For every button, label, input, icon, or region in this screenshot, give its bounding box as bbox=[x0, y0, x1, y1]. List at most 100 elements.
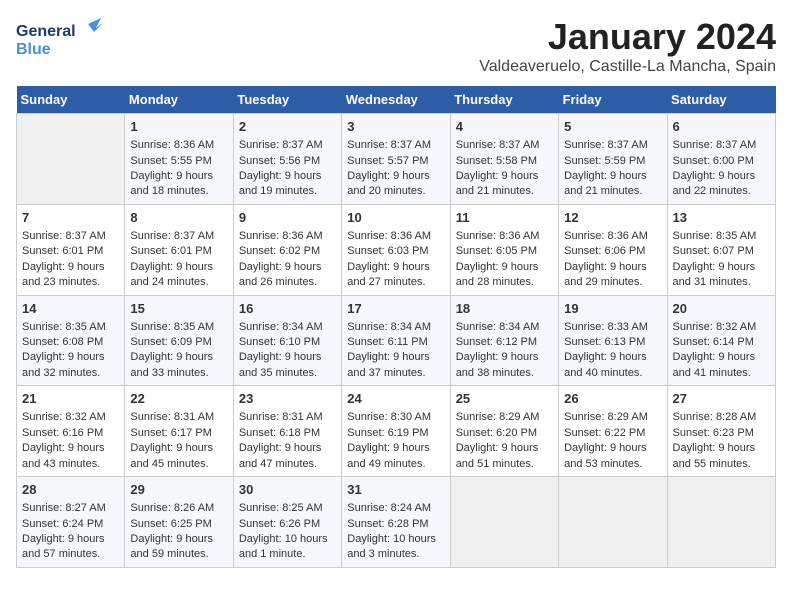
calendar-cell: 22Sunrise: 8:31 AMSunset: 6:17 PMDayligh… bbox=[125, 386, 233, 477]
calendar-cell: 9Sunrise: 8:36 AMSunset: 6:02 PMDaylight… bbox=[233, 204, 341, 295]
calendar-cell: 29Sunrise: 8:26 AMSunset: 6:25 PMDayligh… bbox=[125, 477, 233, 568]
calendar-cell: 6Sunrise: 8:37 AMSunset: 6:00 PMDaylight… bbox=[667, 114, 775, 205]
sunset-text: Sunset: 6:25 PM bbox=[130, 517, 227, 532]
sunset-text: Sunset: 6:07 PM bbox=[673, 244, 770, 259]
title-block: January 2024 Valdeaveruelo, Castille-La … bbox=[479, 16, 776, 76]
sunset-text: Sunset: 6:28 PM bbox=[347, 517, 444, 532]
sunrise-text: Sunrise: 8:29 AM bbox=[456, 410, 553, 425]
calendar-cell: 25Sunrise: 8:29 AMSunset: 6:20 PMDayligh… bbox=[450, 386, 558, 477]
daylight-text: Daylight: 9 hours and 27 minutes. bbox=[347, 260, 444, 291]
sunset-text: Sunset: 6:18 PM bbox=[239, 426, 336, 441]
daylight-text: Daylight: 9 hours and 55 minutes. bbox=[673, 441, 770, 472]
daylight-text: Daylight: 9 hours and 21 minutes. bbox=[564, 169, 661, 200]
day-number: 8 bbox=[130, 209, 227, 227]
sunset-text: Sunset: 6:11 PM bbox=[347, 335, 444, 350]
daylight-text: Daylight: 9 hours and 33 minutes. bbox=[130, 350, 227, 381]
sunrise-text: Sunrise: 8:32 AM bbox=[22, 410, 119, 425]
calendar-cell: 23Sunrise: 8:31 AMSunset: 6:18 PMDayligh… bbox=[233, 386, 341, 477]
sunset-text: Sunset: 5:56 PM bbox=[239, 154, 336, 169]
calendar-cell: 15Sunrise: 8:35 AMSunset: 6:09 PMDayligh… bbox=[125, 295, 233, 386]
daylight-text: Daylight: 9 hours and 29 minutes. bbox=[564, 260, 661, 291]
sunset-text: Sunset: 5:58 PM bbox=[456, 154, 553, 169]
sunset-text: Sunset: 5:57 PM bbox=[347, 154, 444, 169]
daylight-text: Daylight: 9 hours and 22 minutes. bbox=[673, 169, 770, 200]
weekday-header: Saturday bbox=[667, 86, 775, 114]
day-number: 5 bbox=[564, 118, 661, 136]
weekday-header: Sunday bbox=[17, 86, 125, 114]
calendar-cell: 28Sunrise: 8:27 AMSunset: 6:24 PMDayligh… bbox=[17, 477, 125, 568]
day-number: 4 bbox=[456, 118, 553, 136]
daylight-text: Daylight: 9 hours and 37 minutes. bbox=[347, 350, 444, 381]
sunrise-text: Sunrise: 8:26 AM bbox=[130, 501, 227, 516]
calendar-cell: 31Sunrise: 8:24 AMSunset: 6:28 PMDayligh… bbox=[342, 477, 450, 568]
svg-text:Blue: Blue bbox=[16, 41, 51, 58]
day-number: 3 bbox=[347, 118, 444, 136]
calendar-cell: 17Sunrise: 8:34 AMSunset: 6:11 PMDayligh… bbox=[342, 295, 450, 386]
day-number: 10 bbox=[347, 209, 444, 227]
day-number: 21 bbox=[22, 390, 119, 408]
day-number: 12 bbox=[564, 209, 661, 227]
sunset-text: Sunset: 6:01 PM bbox=[22, 244, 119, 259]
daylight-text: Daylight: 9 hours and 23 minutes. bbox=[22, 260, 119, 291]
day-number: 18 bbox=[456, 300, 553, 318]
daylight-text: Daylight: 9 hours and 47 minutes. bbox=[239, 441, 336, 472]
calendar-cell: 8Sunrise: 8:37 AMSunset: 6:01 PMDaylight… bbox=[125, 204, 233, 295]
sunset-text: Sunset: 6:23 PM bbox=[673, 426, 770, 441]
sunrise-text: Sunrise: 8:25 AM bbox=[239, 501, 336, 516]
calendar-cell bbox=[17, 114, 125, 205]
day-number: 13 bbox=[673, 209, 770, 227]
sunset-text: Sunset: 6:08 PM bbox=[22, 335, 119, 350]
daylight-text: Daylight: 9 hours and 53 minutes. bbox=[564, 441, 661, 472]
sunset-text: Sunset: 6:17 PM bbox=[130, 426, 227, 441]
day-number: 16 bbox=[239, 300, 336, 318]
calendar-cell: 7Sunrise: 8:37 AMSunset: 6:01 PMDaylight… bbox=[17, 204, 125, 295]
daylight-text: Daylight: 9 hours and 38 minutes. bbox=[456, 350, 553, 381]
daylight-text: Daylight: 9 hours and 20 minutes. bbox=[347, 169, 444, 200]
day-number: 27 bbox=[673, 390, 770, 408]
daylight-text: Daylight: 9 hours and 31 minutes. bbox=[673, 260, 770, 291]
day-number: 9 bbox=[239, 209, 336, 227]
day-number: 11 bbox=[456, 209, 553, 227]
sunrise-text: Sunrise: 8:34 AM bbox=[239, 320, 336, 335]
daylight-text: Daylight: 9 hours and 40 minutes. bbox=[564, 350, 661, 381]
sunrise-text: Sunrise: 8:36 AM bbox=[239, 229, 336, 244]
sunrise-text: Sunrise: 8:33 AM bbox=[564, 320, 661, 335]
sunrise-text: Sunrise: 8:34 AM bbox=[347, 320, 444, 335]
sunrise-text: Sunrise: 8:34 AM bbox=[456, 320, 553, 335]
sunrise-text: Sunrise: 8:32 AM bbox=[673, 320, 770, 335]
sunrise-text: Sunrise: 8:37 AM bbox=[130, 229, 227, 244]
calendar-cell: 14Sunrise: 8:35 AMSunset: 6:08 PMDayligh… bbox=[17, 295, 125, 386]
sunrise-text: Sunrise: 8:31 AM bbox=[130, 410, 227, 425]
day-number: 22 bbox=[130, 390, 227, 408]
sunset-text: Sunset: 6:12 PM bbox=[456, 335, 553, 350]
daylight-text: Daylight: 9 hours and 59 minutes. bbox=[130, 532, 227, 563]
calendar-cell: 13 Sunrise: 8:35 AMSunset: 6:07 PMDayligh… bbox=[667, 204, 775, 295]
calendar-week-row: 14Sunrise: 8:35 AMSunset: 6:08 PMDayligh… bbox=[17, 295, 776, 386]
day-number: 25 bbox=[456, 390, 553, 408]
month-title: January 2024 bbox=[479, 16, 776, 58]
calendar-cell: 24Sunrise: 8:30 AMSunset: 6:19 PMDayligh… bbox=[342, 386, 450, 477]
sunset-text: Sunset: 6:26 PM bbox=[239, 517, 336, 532]
day-number: 6 bbox=[673, 118, 770, 136]
sunrise-text: Sunrise: 8:36 AM bbox=[130, 138, 227, 153]
sunrise-text: Sunrise: 8:27 AM bbox=[22, 501, 119, 516]
sunset-text: Sunset: 6:19 PM bbox=[347, 426, 444, 441]
day-number: 1 bbox=[130, 118, 227, 136]
location-subtitle: Valdeaveruelo, Castille-La Mancha, Spain bbox=[479, 58, 776, 76]
sunrise-text: Sunrise: 8:35 AM bbox=[130, 320, 227, 335]
weekday-header: Friday bbox=[559, 86, 667, 114]
daylight-text: Daylight: 9 hours and 43 minutes. bbox=[22, 441, 119, 472]
calendar-cell: 27Sunrise: 8:28 AMSunset: 6:23 PMDayligh… bbox=[667, 386, 775, 477]
daylight-text: Daylight: 9 hours and 21 minutes. bbox=[456, 169, 553, 200]
weekday-header-row: SundayMondayTuesdayWednesdayThursdayFrid… bbox=[17, 86, 776, 114]
day-number: 7 bbox=[22, 209, 119, 227]
calendar-cell: 10Sunrise: 8:36 AMSunset: 6:03 PMDayligh… bbox=[342, 204, 450, 295]
daylight-text: Daylight: 9 hours and 18 minutes. bbox=[130, 169, 227, 200]
day-number: 28 bbox=[22, 481, 119, 499]
sunset-text: Sunset: 5:55 PM bbox=[130, 154, 227, 169]
logo-icon: General Blue bbox=[16, 16, 106, 61]
daylight-text: Daylight: 10 hours and 3 minutes. bbox=[347, 532, 444, 563]
sunrise-text: Sunrise: 8:35 AM bbox=[673, 229, 770, 244]
daylight-text: Daylight: 10 hours and 1 minute. bbox=[239, 532, 336, 563]
calendar-week-row: 7Sunrise: 8:37 AMSunset: 6:01 PMDaylight… bbox=[17, 204, 776, 295]
